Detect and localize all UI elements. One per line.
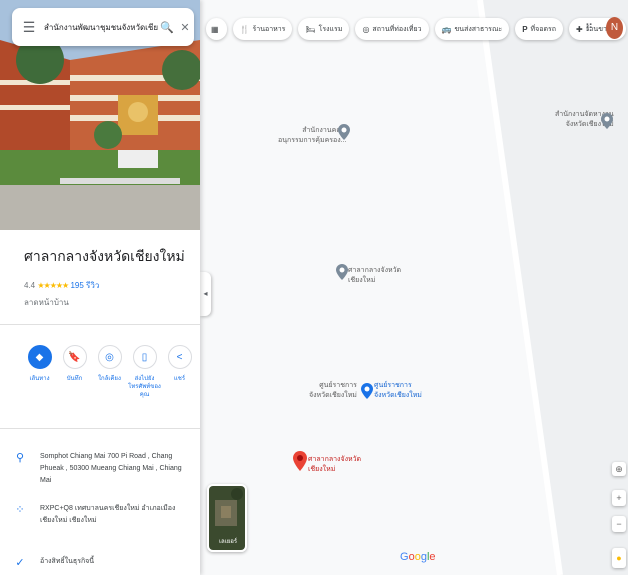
pegman-icon: ● (616, 553, 622, 563)
bed-icon: 🛏 (305, 24, 316, 34)
street-view-button[interactable]: ● (612, 548, 626, 568)
chip-attractions[interactable]: ◎ สถานที่ท่องเที่ยว (355, 18, 429, 40)
google-logo: Google (400, 551, 436, 563)
bus-icon: 🚌 (441, 24, 452, 34)
my-location-button[interactable]: ⊕ (612, 462, 626, 476)
chip-transit[interactable]: 🚌 ขนส่งสาธารณะ (434, 18, 510, 40)
gray-pin-icon[interactable] (336, 264, 348, 280)
chip-hotels[interactable]: 🛏 โรงแรม (298, 18, 350, 40)
chip-more[interactable]: ▦ (206, 18, 227, 40)
avatar[interactable]: N (606, 17, 623, 39)
plus-code-row[interactable]: ⁘ RXPC+Q8 เทศบาลนครเชียงใหม่ อำเภอเมืองเ… (0, 503, 200, 527)
parking-icon: P (522, 24, 528, 34)
blue-pin-icon[interactable] (361, 383, 373, 399)
zoom-in-button[interactable]: + (612, 490, 626, 506)
directions-button[interactable]: ◆ เส้นทาง (22, 345, 57, 399)
chip-restaurants[interactable]: 🍴 ร้านอาหาร (232, 18, 293, 40)
place-title: ศาลากลางจังหวัดเชียงใหม่ (24, 248, 185, 264)
gray-pin-icon[interactable] (338, 124, 350, 140)
place-category[interactable]: ลาดหน้าบ้าน (24, 296, 69, 309)
poi-label[interactable]: ศาลากลางจังหวัด เชียงใหม่ (348, 266, 401, 286)
close-icon[interactable]: ✕ (176, 21, 194, 34)
nearby-button[interactable]: ◎ ใกล้เคียง (92, 345, 127, 399)
search-box[interactable]: ☰ สำนักงานพัฒนาชุมชนจังหวัดเชียงใหม่ 🔍 ✕ (12, 8, 194, 46)
action-bar: ◆ เส้นทาง 🔖 บันทึก ◎ ใกล้เคียง ▯ ส่งไปยั… (22, 345, 198, 399)
search-icon[interactable]: 🔍 (158, 21, 176, 34)
claim-text: อ้างสิทธิ์ในธุรกิจนี้ (40, 558, 95, 565)
verified-shield-icon: ✓ (15, 557, 25, 569)
fork-knife-icon: 🍴 (239, 24, 250, 34)
gray-pin-icon[interactable] (601, 113, 613, 129)
claim-row[interactable]: ✓ อ้างสิทธิ์ในธุรกิจนี้ (0, 556, 200, 569)
send-to-phone-button[interactable]: ▯ ส่งไปยังโทรศัพท์ของคุณ (127, 345, 162, 399)
zoom-out-button[interactable]: − (612, 516, 626, 532)
place-rating: 4.4 ★★★★★ 195 รีวิว (24, 279, 99, 292)
pharmacy-icon: ✚ (576, 24, 583, 34)
rating-value: 4.4 (24, 281, 36, 290)
share-button[interactable]: < แชร์ (162, 345, 197, 399)
location-pin-icon: ⚲ (15, 452, 25, 464)
save-button[interactable]: 🔖 บันทึก (57, 345, 92, 399)
plus-icon: + (616, 493, 622, 503)
place-panel: ☰ สำนักงานพัฒนาชุมชนจังหวัดเชียงใหม่ 🔍 ✕… (0, 0, 200, 575)
plus-code-icon: ⁘ (15, 504, 25, 516)
menu-icon[interactable]: ☰ (18, 19, 40, 36)
nearby-icon: ◎ (97, 345, 122, 369)
layers-button[interactable]: เลเยอร์ (207, 484, 247, 552)
selected-place-pin-icon[interactable] (293, 451, 307, 471)
collapse-panel-button[interactable]: ◂ (200, 272, 211, 316)
directions-icon: ◆ (27, 345, 52, 369)
category-chips: ▦ 🍴 ร้านอาหาร 🛏 โรงแรม ◎ สถานที่ท่องเที่ยว … (206, 18, 627, 42)
divider (0, 428, 200, 429)
divider (0, 324, 200, 325)
address-text: Somphot Chiang Mai 700 Pi Road , Chang P… (40, 453, 182, 484)
review-count-link[interactable]: 195 รีวิว (70, 281, 99, 290)
grid-icon: ▦ (211, 24, 219, 34)
address-row[interactable]: ⚲ Somphot Chiang Mai 700 Pi Road , Chang… (0, 451, 200, 487)
poi-label[interactable]: ศูนย์ราชการ จังหวัดเชียงใหม่ (309, 381, 357, 401)
poi-label[interactable]: สำนักงานคณะ อนุกรรมการคุ้มครอง... (278, 126, 347, 146)
share-icon: < (167, 345, 192, 369)
crosshair-icon: ⊕ (615, 464, 623, 474)
search-input[interactable]: สำนักงานพัฒนาชุมชนจังหวัดเชียงใหม่ (44, 21, 158, 34)
selected-place-label[interactable]: ศาลากลางจังหวัด เชียงใหม่ (308, 455, 361, 475)
minus-icon: − (616, 519, 622, 529)
apps-grid-icon[interactable]: ⠿ (585, 22, 593, 35)
bookmark-icon: 🔖 (62, 345, 87, 369)
poi-label[interactable]: ศูนย์ราชการ จังหวัดเชียงใหม่ (374, 381, 422, 401)
chip-parking[interactable]: P ที่จอดรถ (515, 18, 564, 40)
phone-icon: ▯ (132, 345, 157, 369)
star-rating-icon: ★★★★★ (37, 281, 69, 290)
plus-code-text: RXPC+Q8 เทศบาลนครเชียงใหม่ อำเภอเมืองเชี… (40, 505, 176, 524)
camera-icon: ◎ (362, 24, 370, 34)
